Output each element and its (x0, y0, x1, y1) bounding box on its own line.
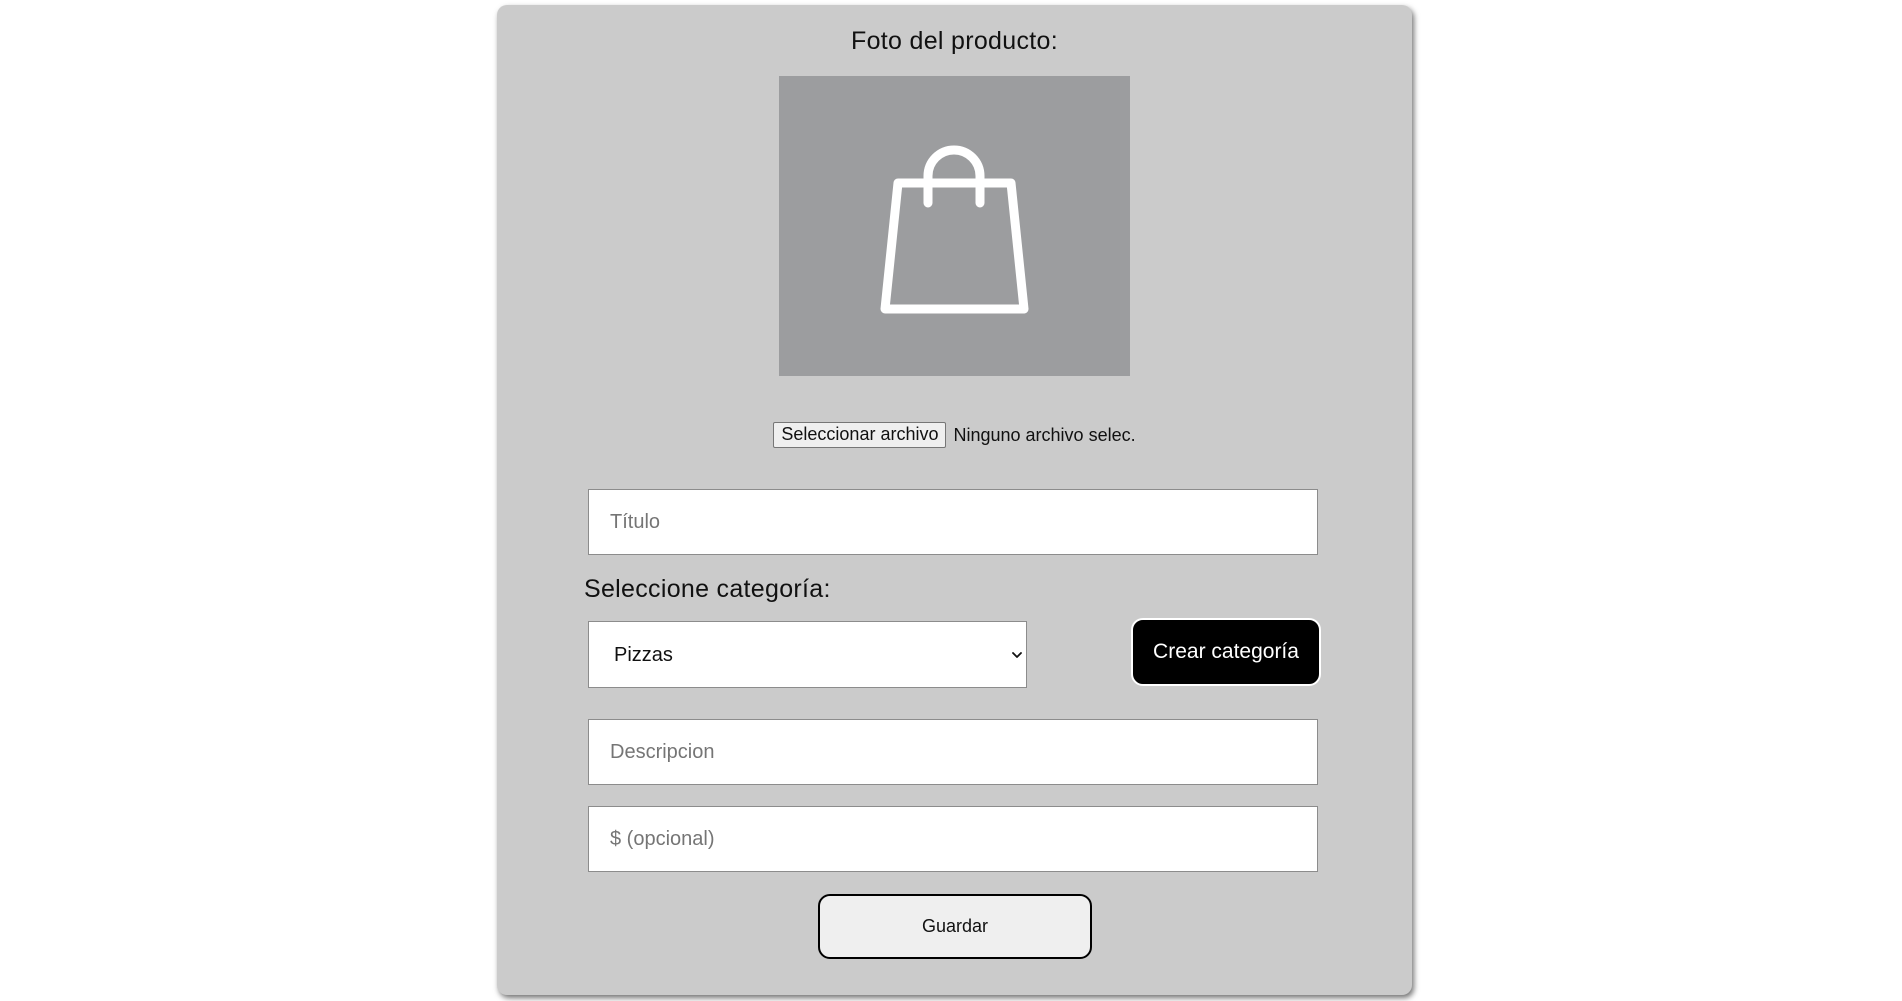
file-status-text: Ninguno archivo selec. (953, 424, 1136, 445)
category-label: Seleccione categoría: (584, 575, 831, 603)
description-field-box (588, 719, 1318, 785)
price-field-box (588, 806, 1318, 872)
title-input[interactable] (589, 490, 1317, 554)
product-form-card: Foto del producto: Seleccionar archivo N… (497, 5, 1412, 995)
shopping-bag-icon (880, 145, 1029, 314)
price-input[interactable] (589, 807, 1317, 871)
file-picker: Seleccionar archivo Ninguno archivo sele… (497, 422, 1412, 448)
category-select[interactable]: Pizzas (588, 621, 1027, 688)
category-selected-value: Pizzas (614, 644, 673, 666)
chevron-down-icon (1012, 652, 1022, 658)
save-button[interactable]: Guardar (818, 894, 1092, 959)
title-field-box (588, 489, 1318, 555)
photo-label: Foto del producto: (851, 27, 1058, 55)
create-category-button[interactable]: Crear categoría (1131, 618, 1321, 686)
description-input[interactable] (589, 720, 1317, 784)
product-photo-preview (779, 76, 1130, 376)
select-file-button[interactable]: Seleccionar archivo (773, 422, 947, 448)
